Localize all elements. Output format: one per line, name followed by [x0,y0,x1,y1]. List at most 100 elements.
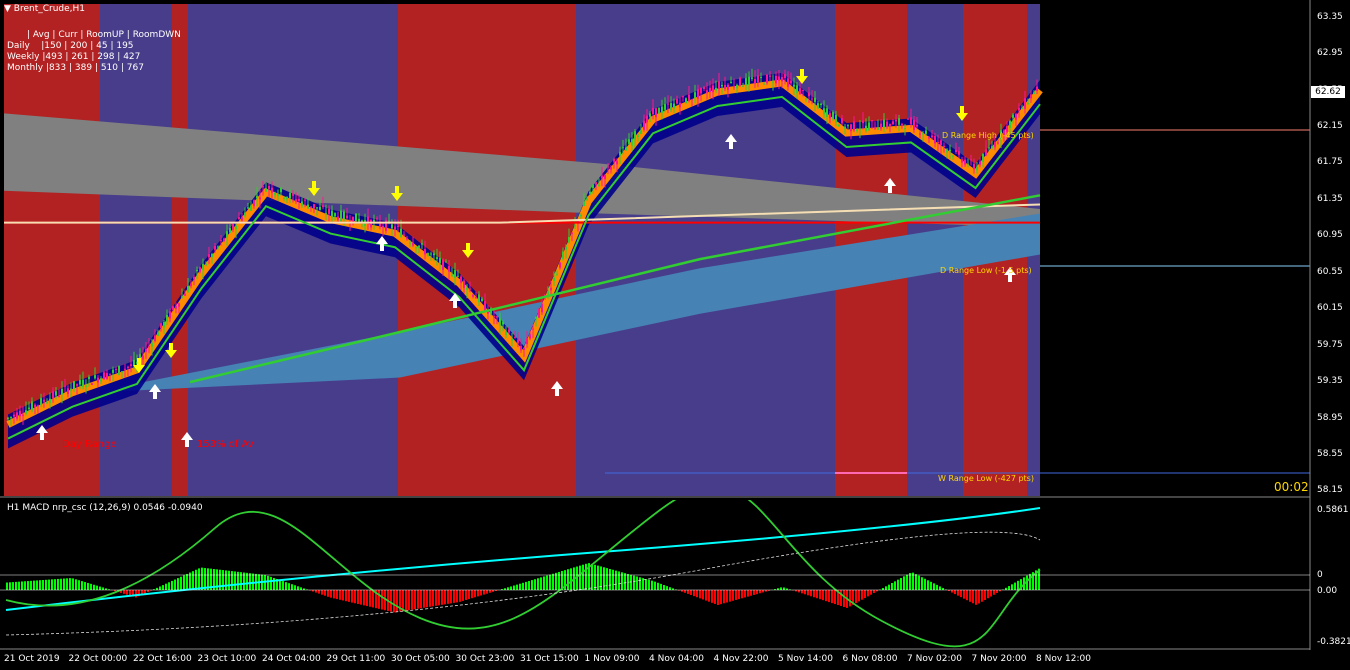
macd-bar [81,581,83,590]
macd-bar [78,580,80,590]
macd-bar [540,577,542,590]
candle-body [460,276,462,283]
macd-bar [57,578,59,590]
macd-bar [780,587,782,590]
macd-bar [231,571,233,590]
macd-bar [90,583,92,590]
candle-body [175,306,177,309]
candle-body [112,369,114,373]
chart-title[interactable]: ▼ Brent_Crude,H1 [4,4,85,15]
candle-body [220,239,222,241]
macd-bar [147,590,149,593]
macd-bar [759,590,761,594]
macd-chart[interactable] [0,500,1350,650]
candle-body [610,167,612,170]
candle-body [787,78,789,87]
candle-body [394,226,396,230]
macd-bar [531,580,533,590]
candle-body [892,121,894,125]
candle-body [322,205,324,208]
macd-bar [72,578,74,590]
macd-bar [744,590,746,598]
candle-body [244,212,246,216]
macd-bar [42,579,44,590]
candle-body [76,384,78,386]
macd-bar [453,590,455,603]
candle-body [58,395,60,397]
macd-bar [981,590,983,602]
session-zone [576,4,835,496]
time-tick: 4 Nov 04:00 [649,654,704,664]
candle-body [628,139,630,145]
candle-body [310,206,312,208]
price-tick: 60.95 [1317,230,1343,241]
macd-bar [318,590,320,594]
price-tick: 58.15 [1317,485,1343,496]
macd-bar [687,590,689,594]
macd-bar [567,569,569,590]
triangle-down-icon[interactable]: ▼ [4,4,11,14]
candle-body [307,204,309,209]
macd-bar [429,590,431,607]
macd-bar [849,590,851,607]
candle-body [631,139,633,146]
candle-body [988,147,990,149]
macd-bar [381,590,383,610]
candle-body [163,322,165,328]
candle-body [655,108,657,118]
candle-body [454,270,456,278]
candle-body [229,228,231,233]
candle-body [997,142,999,144]
candle-body [616,160,618,165]
macd-bar [900,577,902,590]
macd-bar [618,571,620,590]
candle-body [133,359,135,366]
price-tick: 58.55 [1317,449,1343,459]
macd-bar [324,590,326,596]
price-chart[interactable] [0,0,1350,500]
macd-bar [234,571,236,590]
candle-body [52,391,54,399]
macd-bar [486,590,488,594]
price-tick: 60.15 [1317,303,1343,314]
candle-body [739,77,741,86]
candle-body [922,133,924,135]
candle-body [973,163,975,170]
candle-body [799,88,801,95]
candle-body [925,130,927,134]
candle-body [586,198,588,200]
macd-bar [339,590,341,600]
macd-bar [756,590,758,595]
candle-body [853,121,855,131]
candle-body [418,245,420,248]
macd-bar [585,563,587,590]
macd-bar [720,590,722,605]
macd-bar [99,586,101,590]
macd-bar [984,590,986,600]
candle-body [1015,113,1017,120]
candle-body [751,77,753,79]
macd-bar [558,571,560,590]
macd-bar [534,579,536,590]
macd-bar [729,590,731,602]
macd-bar [519,583,521,590]
macd-bar [711,590,713,603]
candle-body [67,388,69,395]
candle-body [382,225,384,228]
macd-bar [393,590,395,613]
macd-bar [933,583,935,590]
macd-bar [705,590,707,601]
macd-tick: 0 [1317,570,1323,580]
macd-bar [831,590,833,604]
macd-bar [666,586,668,590]
macd-bar [456,590,458,603]
candle-body [478,294,480,303]
candle-body [649,113,651,117]
d-range-high-label: D Range High (-45 pts) [942,131,1034,140]
symbol-label: Brent_Crude,H1 [13,4,86,14]
macd-bar [639,577,641,590]
candle-body [106,373,108,380]
candle-body [676,98,678,104]
macd-bar [966,590,968,601]
candle-body [190,283,192,287]
